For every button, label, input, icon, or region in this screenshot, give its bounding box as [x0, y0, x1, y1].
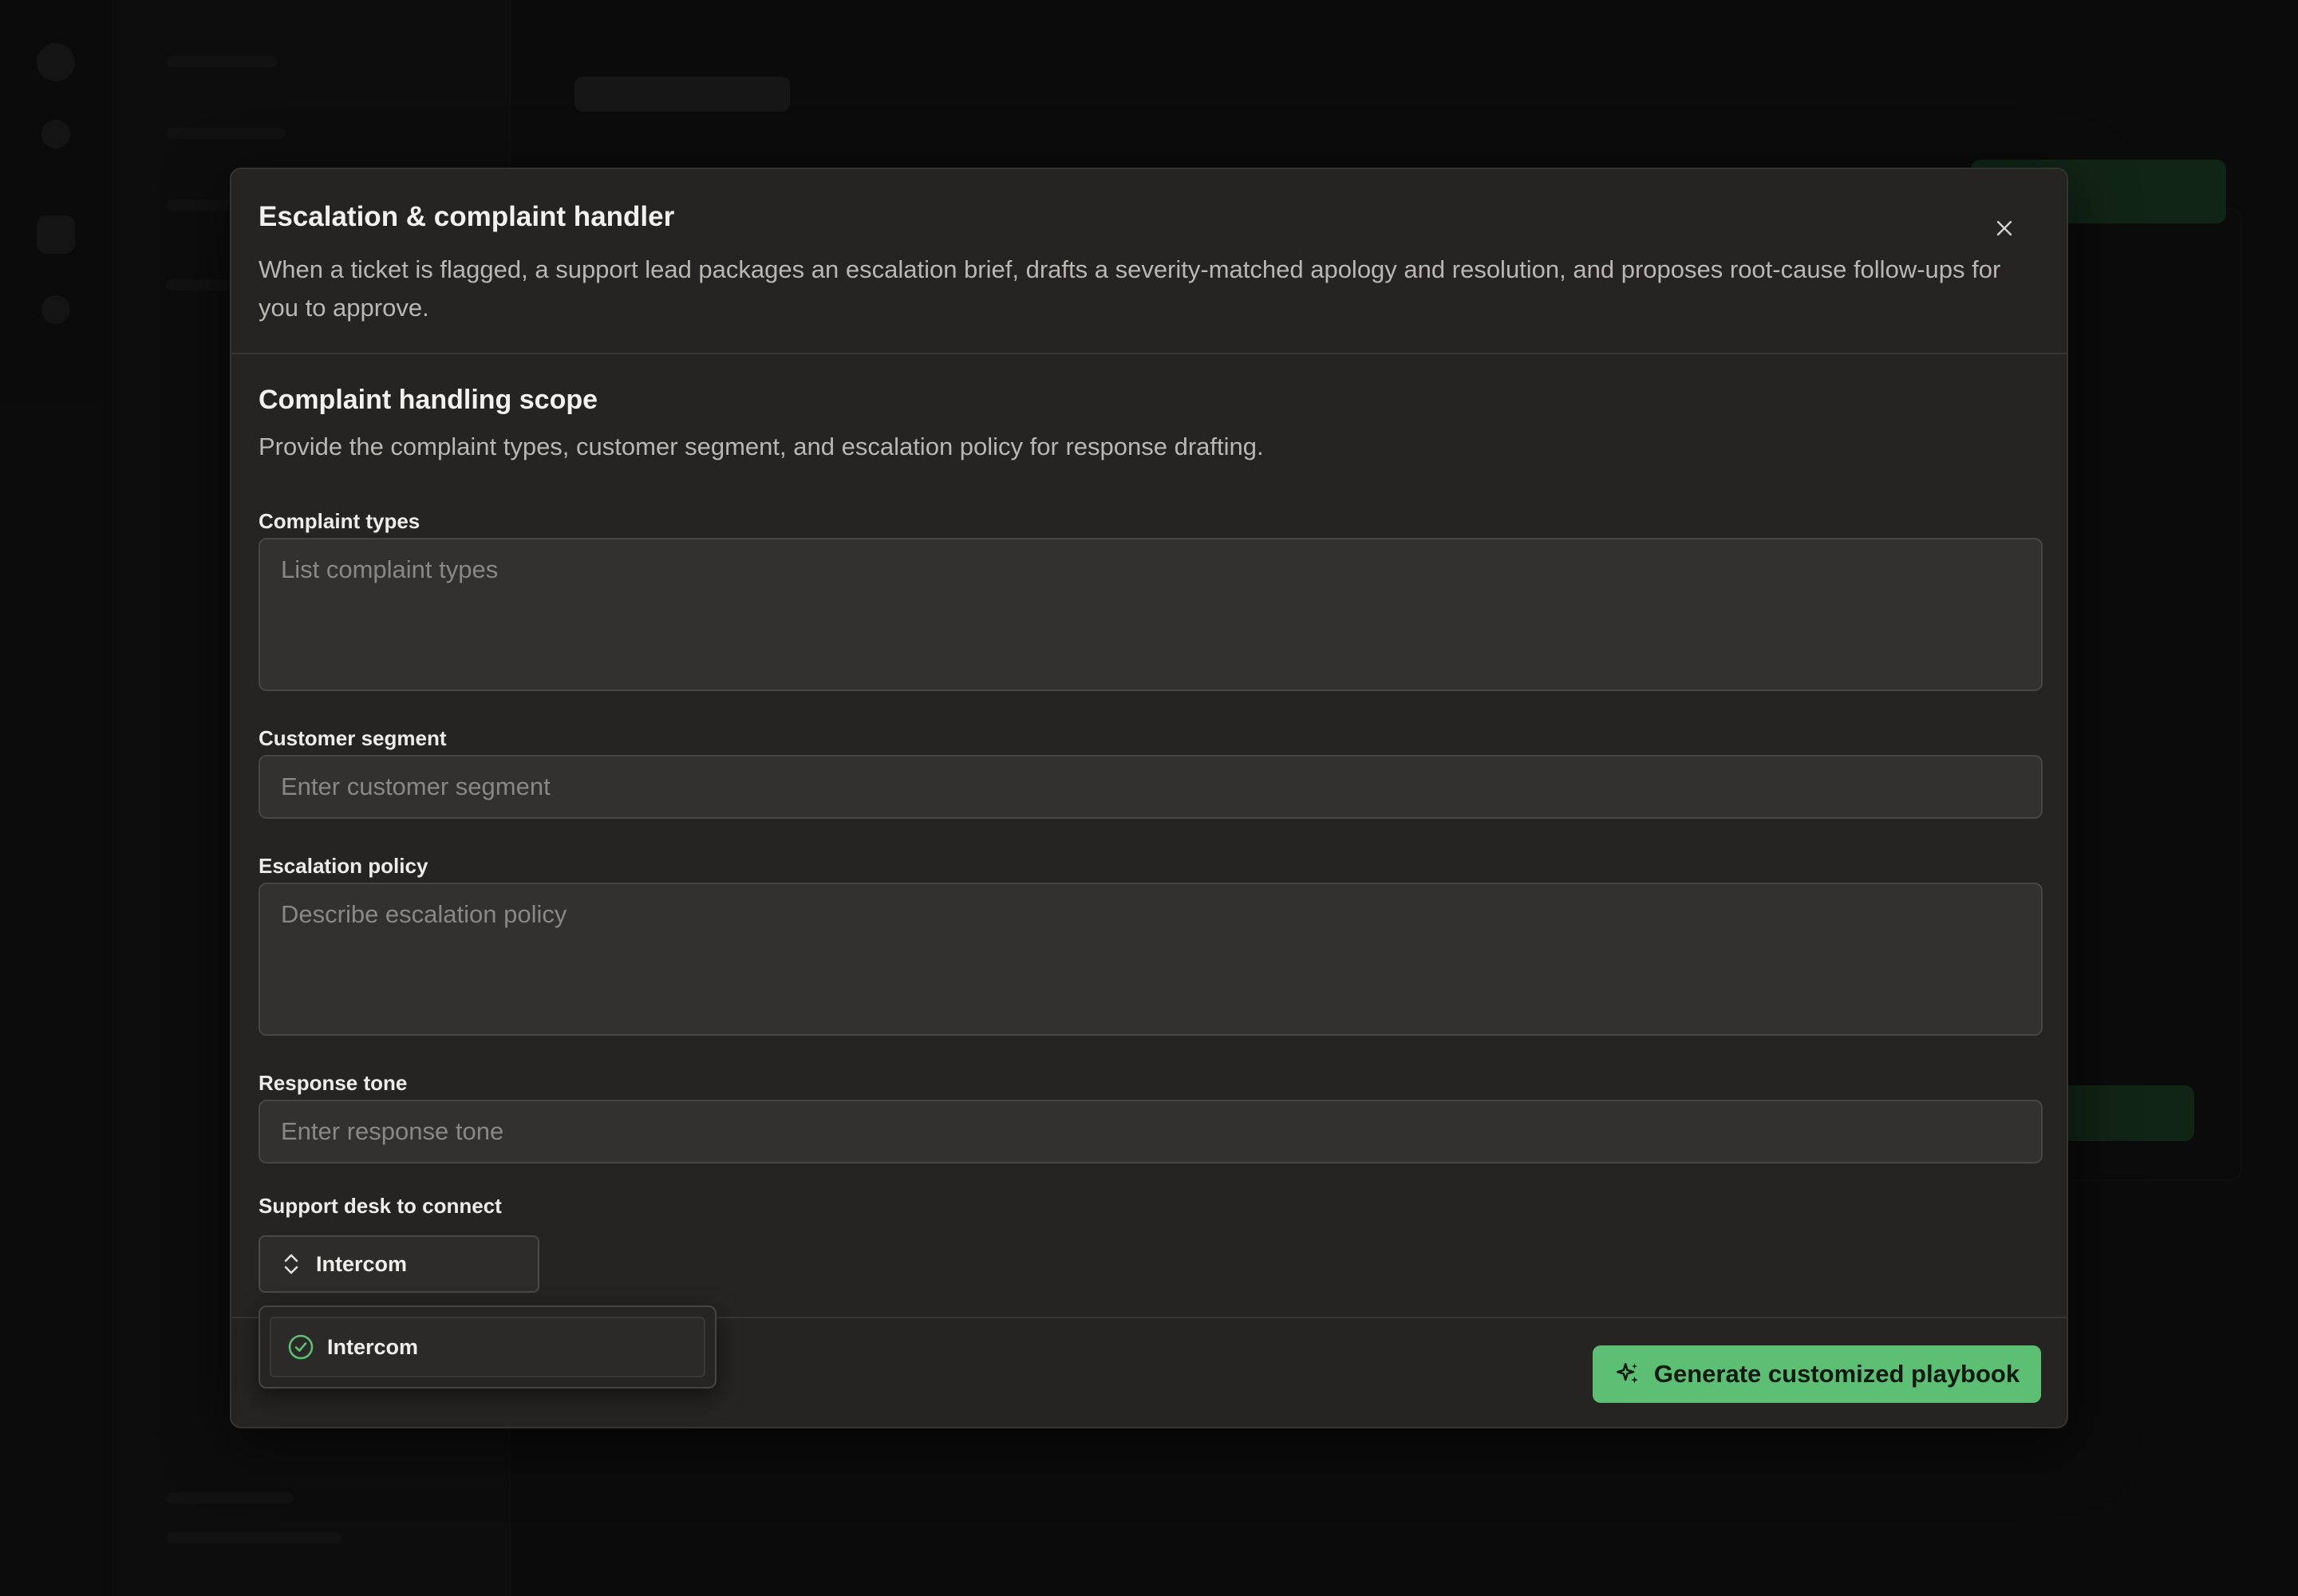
complaint-types-label: Complaint types	[259, 509, 421, 533]
support-desk-label: Support desk to connect	[259, 1194, 502, 1218]
customer-segment-label: Customer segment	[259, 726, 447, 750]
section-description: Provide the complaint types, customer se…	[259, 433, 1264, 460]
dropdown-option-intercom[interactable]: Intercom	[270, 1317, 705, 1377]
customer-segment-input[interactable]	[259, 755, 2043, 819]
escalation-policy-input[interactable]	[259, 883, 2043, 1036]
close-button[interactable]	[1980, 204, 2028, 252]
modal-header: Escalation & complaint handler When a ti…	[231, 169, 2067, 354]
close-icon	[1996, 220, 2012, 236]
generate-playbook-button[interactable]: Generate customized playbook	[1593, 1345, 2041, 1403]
section-title: Complaint handling scope	[259, 385, 598, 415]
support-desk-selected: Intercom	[316, 1251, 408, 1276]
modal-description: When a ticket is flagged, a support lead…	[259, 255, 2001, 322]
response-tone-input[interactable]	[259, 1100, 2043, 1163]
complaint-types-input[interactable]	[259, 538, 2043, 691]
chevron-up-down-icon	[284, 1254, 298, 1274]
response-tone-label: Response tone	[259, 1071, 408, 1095]
check-circle-icon	[288, 1334, 314, 1360]
generate-playbook-label: Generate customized playbook	[1653, 1360, 2020, 1388]
support-desk-select[interactable]: Intercom	[259, 1235, 539, 1293]
sparkles-icon	[1616, 1362, 1638, 1384]
playbook-modal: Escalation & complaint handler When a ti…	[230, 168, 2068, 1428]
escalation-policy-label: Escalation policy	[259, 854, 428, 878]
modal-title: Escalation & complaint handler	[259, 201, 675, 232]
support-desk-dropdown: Intercom	[259, 1306, 717, 1389]
dropdown-option-label: Intercom	[327, 1334, 419, 1359]
